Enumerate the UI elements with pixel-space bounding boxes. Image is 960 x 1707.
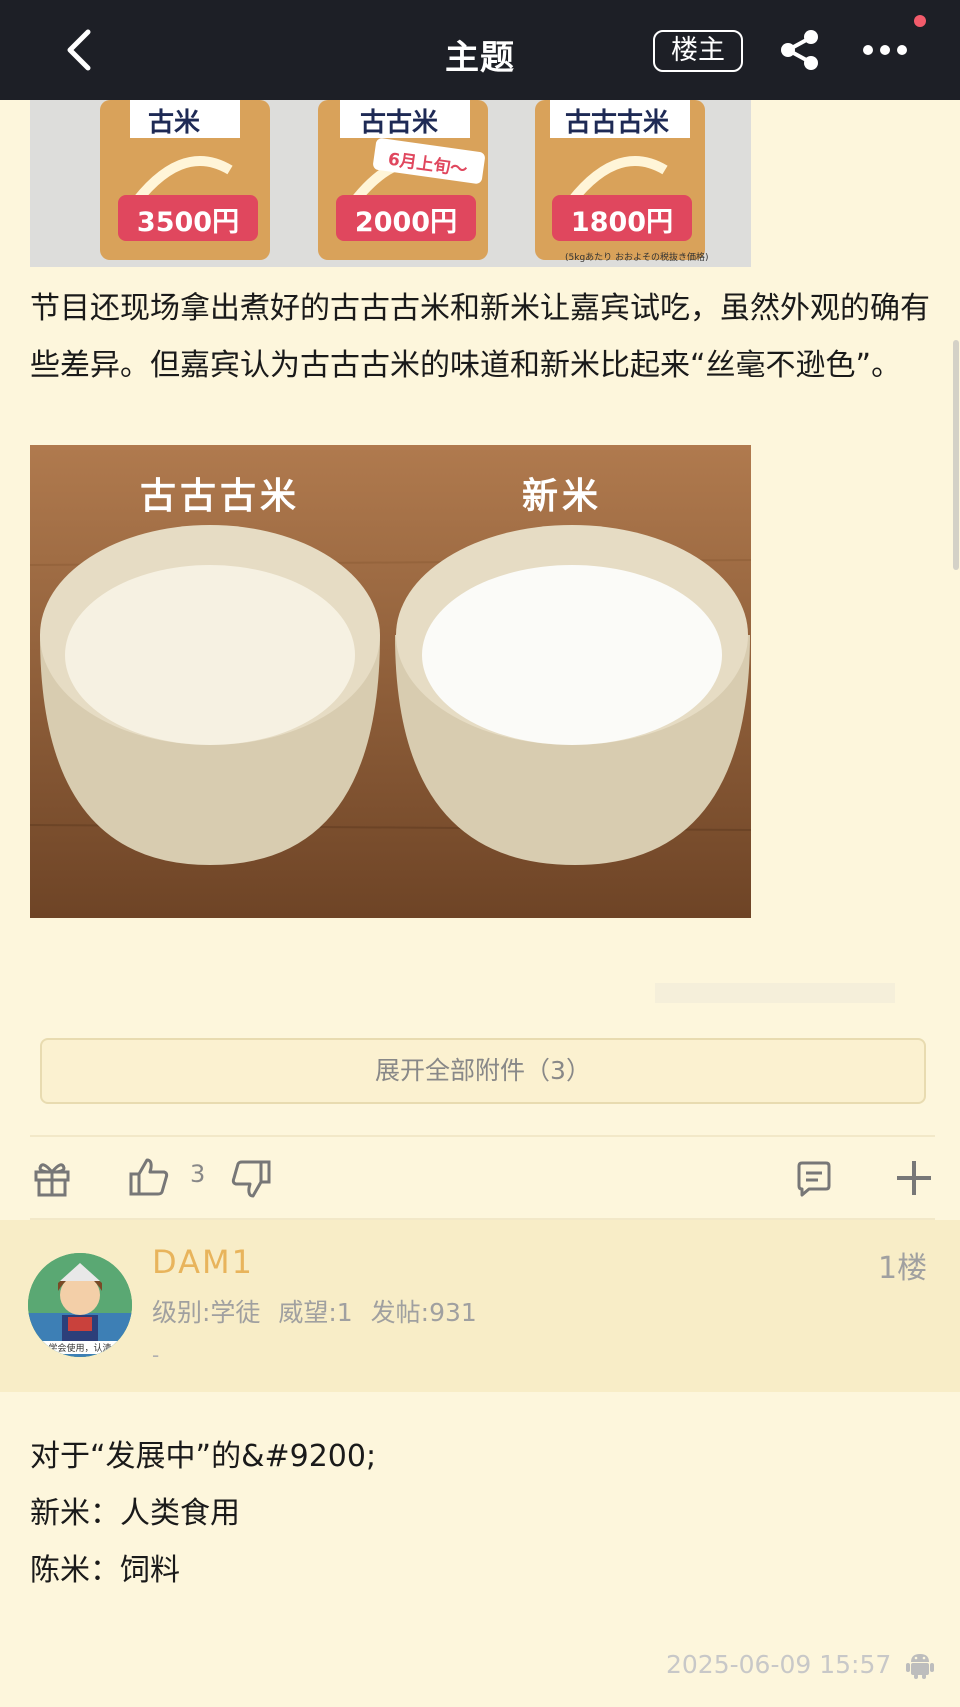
reply-line: 陈米：饲料 <box>30 1553 180 1588</box>
like-count: 3 <box>190 1160 206 1188</box>
scrollbar[interactable] <box>953 340 959 570</box>
reply-header <box>0 1220 960 1392</box>
reply-timestamp: 2025-06-09 15:57 <box>666 1650 892 1679</box>
bag-label-1: 古米 <box>148 108 201 138</box>
top-bar: 主题 楼主 <box>0 0 960 100</box>
price-tag-3: 1800円 <box>570 207 674 238</box>
price-tag-1: 3500円 <box>136 207 240 238</box>
thumbs-down-icon[interactable] <box>230 1158 272 1200</box>
reply-content: 对于“发展中”的&#9200; 新米：人类食用 陈米：饲料 <box>30 1428 910 1599</box>
reflection-decoration <box>655 983 895 1003</box>
reply-line: 对于“发展中”的&#9200; <box>30 1439 377 1474</box>
notification-dot <box>914 15 926 27</box>
bowl-label-new-rice: 新米 <box>522 476 603 517</box>
avatar-caption: 学会使用，认清 <box>28 1341 132 1354</box>
reply-username[interactable]: DAM1 <box>152 1243 254 1281</box>
more-icon[interactable] <box>862 44 908 56</box>
price-footnote: (5kgあたり おおよその税抜き価格) <box>565 253 709 263</box>
reply-line: 新米：人类食用 <box>30 1496 240 1531</box>
rice-price-image[interactable]: 古米 古古米 古古古米 6月上旬〜 3500円 2000円 1800円 (5kg… <box>30 100 751 267</box>
expand-attachments-button[interactable]: 展开全部附件（3） <box>40 1038 926 1104</box>
owner-only-button[interactable]: 楼主 <box>653 30 743 72</box>
comment-icon[interactable] <box>795 1160 833 1198</box>
share-icon[interactable] <box>778 28 822 72</box>
plus-icon[interactable] <box>894 1158 934 1198</box>
bag-label-2: 古古米 <box>360 108 439 138</box>
price-tag-2: 2000円 <box>354 207 458 238</box>
avatar[interactable]: 学会使用，认清 <box>28 1253 132 1357</box>
bowl-label-old-rice: 古古古米 <box>140 476 301 517</box>
android-icon <box>906 1654 934 1679</box>
post-paragraph: 节目还现场拿出煮好的古古古米和新米让嘉宾试吃，虽然外观的确有些差异。但嘉宾认为古… <box>30 291 930 383</box>
user-signature: - <box>152 1343 160 1367</box>
gift-icon[interactable] <box>32 1158 72 1198</box>
user-meta: 级别:学徒 威望:1 发帖:931 <box>152 1298 477 1327</box>
divider <box>30 1135 935 1137</box>
rice-bowls-image[interactable]: 古古古米 新米 <box>30 445 751 918</box>
floor-number: 1楼 <box>878 1251 928 1286</box>
thumbs-up-icon[interactable] <box>128 1156 170 1198</box>
bag-label-3: 古古古米 <box>565 108 670 138</box>
